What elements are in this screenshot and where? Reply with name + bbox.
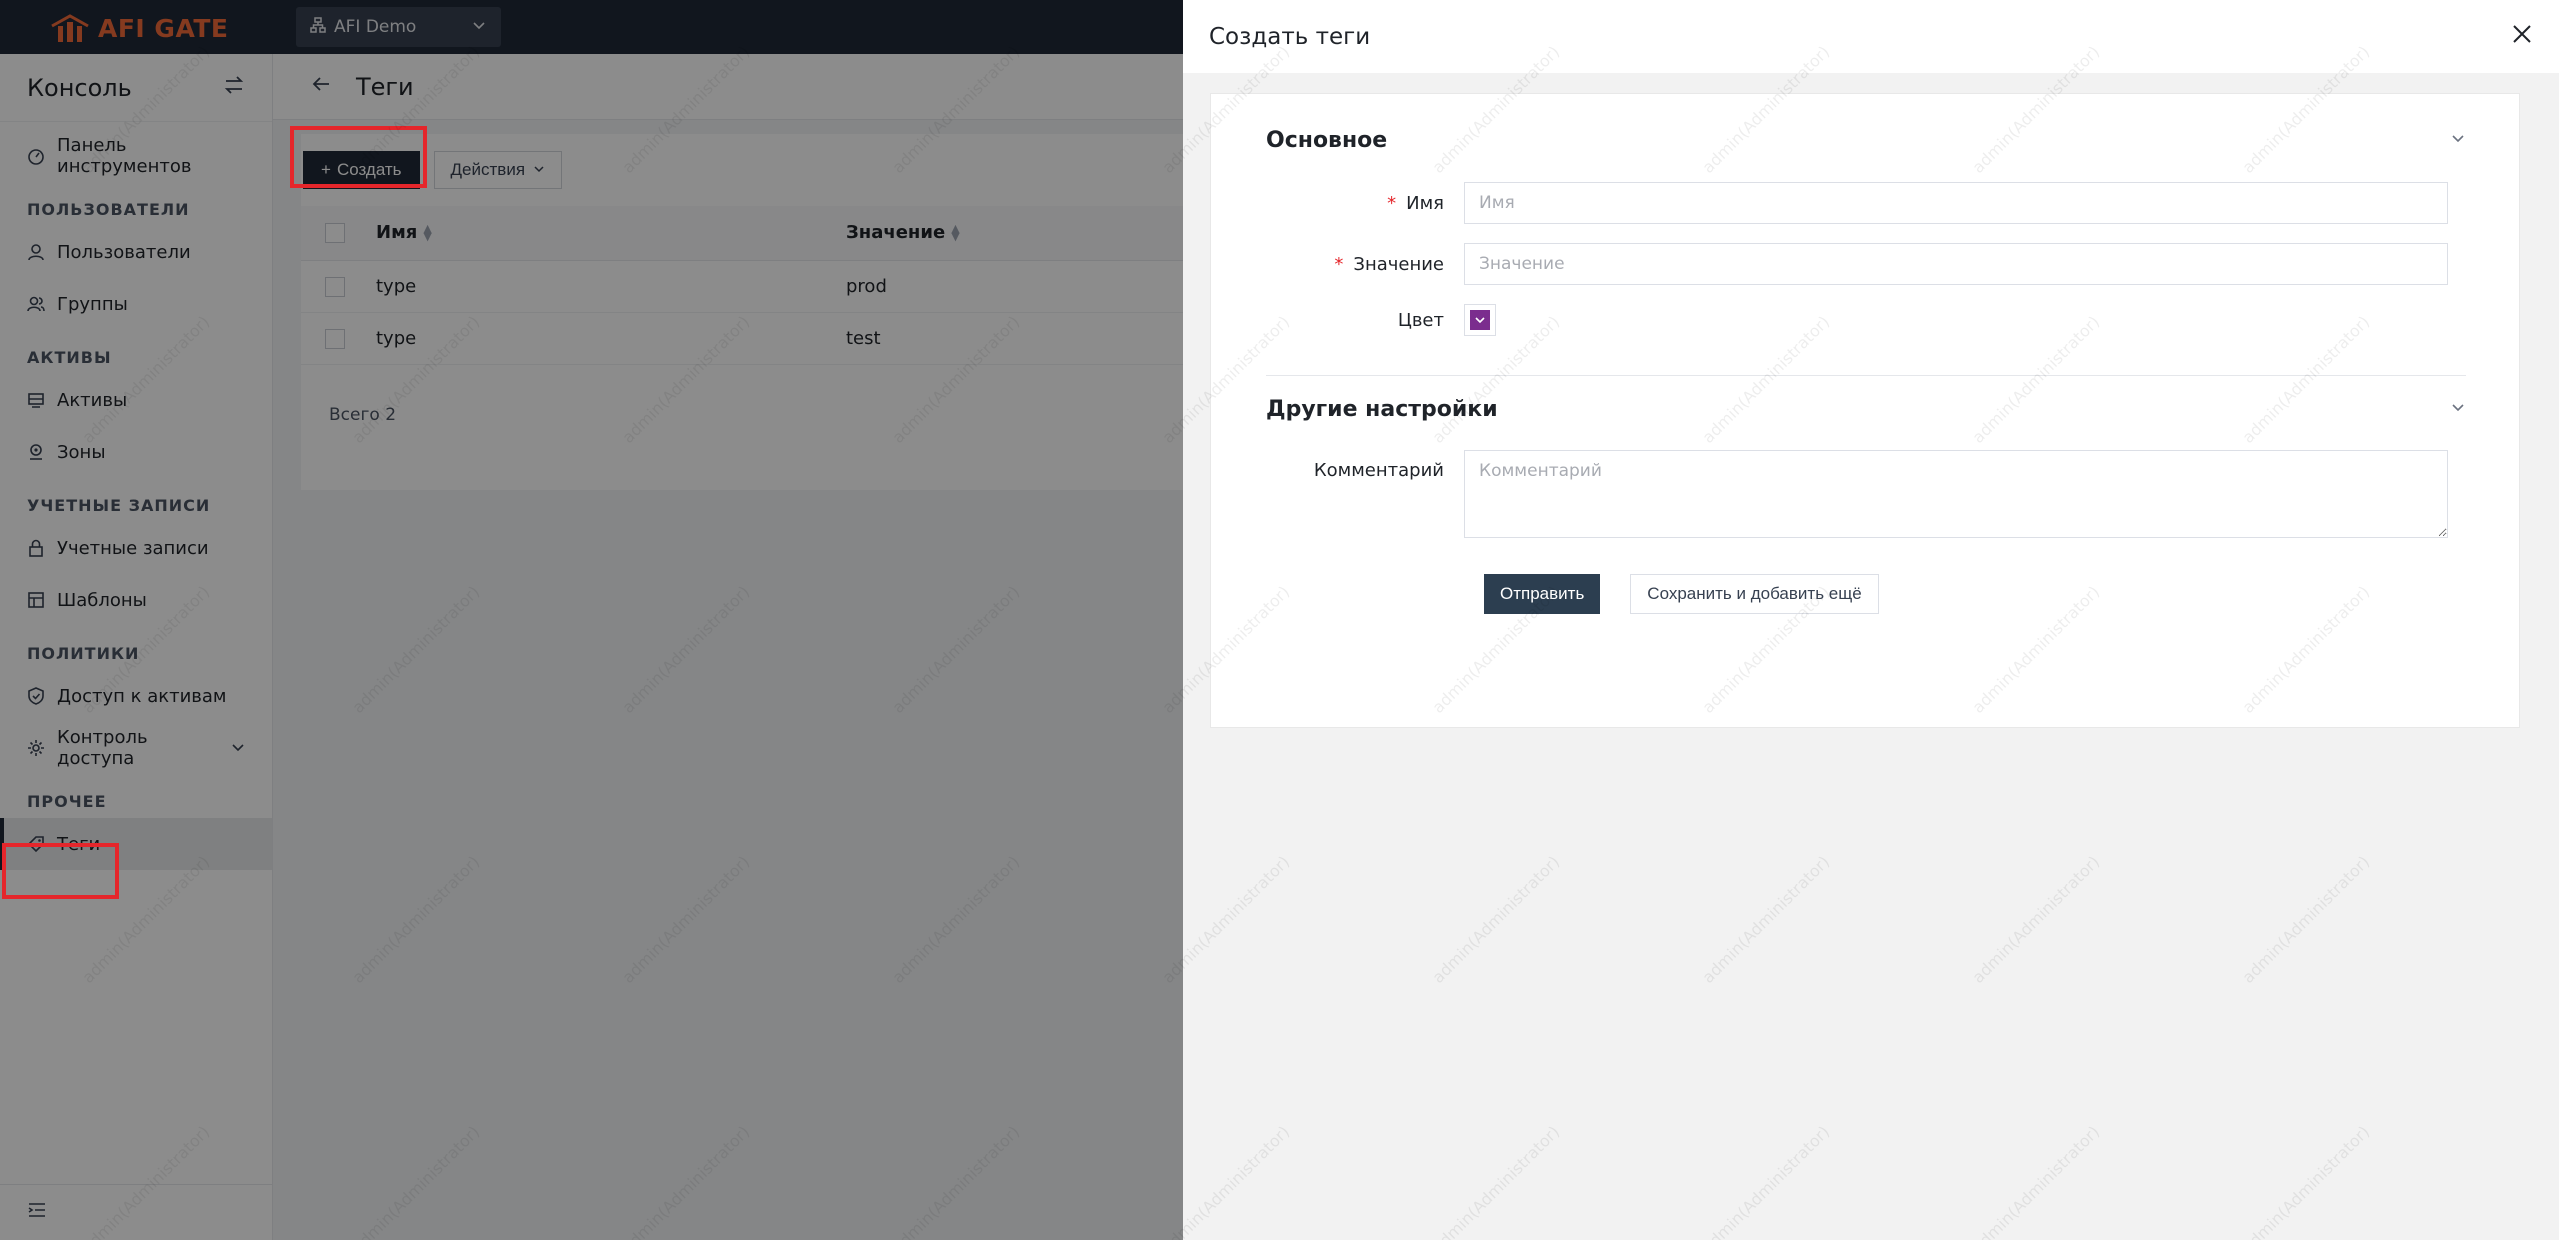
color-picker[interactable]	[1464, 304, 1496, 336]
save-and-add-button[interactable]: Сохранить и добавить ещё	[1630, 574, 1879, 614]
section-other-title: Другие настройки	[1266, 397, 1498, 422]
chevron-down-icon	[1475, 317, 1485, 324]
highlight-tags-item	[2, 843, 119, 899]
drawer-title: Создать теги	[1209, 23, 1371, 50]
section-other-header[interactable]: Другие настройки	[1266, 397, 2466, 422]
comment-textarea[interactable]	[1464, 450, 2448, 538]
value-label-text: Значение	[1353, 253, 1444, 275]
modal-overlay[interactable]	[0, 0, 1183, 1240]
tag-form: Основное * Имя * Значение Цвет Другие наст…	[1210, 93, 2520, 728]
comment-label: Комментарий	[1313, 460, 1444, 481]
value-input[interactable]	[1464, 243, 2448, 285]
section-divider	[1266, 375, 2466, 376]
create-tag-drawer: Создать теги Основное * Имя * Значение Цве…	[1183, 0, 2559, 1240]
section-basic-header[interactable]: Основное	[1266, 128, 2466, 153]
color-row: Цвет	[1211, 304, 2501, 336]
submit-button[interactable]: Отправить	[1484, 574, 1601, 614]
required-mark: *	[1334, 253, 1344, 275]
highlight-create-button	[290, 126, 427, 188]
chevron-down-icon[interactable]	[2450, 130, 2466, 151]
chevron-down-icon[interactable]	[2450, 399, 2466, 420]
color-swatch	[1470, 310, 1490, 330]
form-actions: Отправить Сохранить и добавить ещё	[1211, 574, 2501, 614]
value-label: * Значение	[1211, 254, 1464, 275]
name-row: * Имя	[1211, 182, 2501, 224]
required-mark: *	[1387, 192, 1397, 214]
drawer-header: Создать теги	[1183, 0, 2559, 73]
close-icon[interactable]	[2511, 23, 2533, 50]
name-label: * Имя	[1211, 193, 1464, 214]
section-basic-title: Основное	[1266, 128, 1388, 153]
comment-row: Комментарий	[1211, 450, 2501, 538]
color-label: Цвет	[1397, 309, 1444, 331]
value-row: * Значение	[1211, 243, 2501, 285]
name-label-text: Имя	[1406, 192, 1444, 214]
name-input[interactable]	[1464, 182, 2448, 224]
